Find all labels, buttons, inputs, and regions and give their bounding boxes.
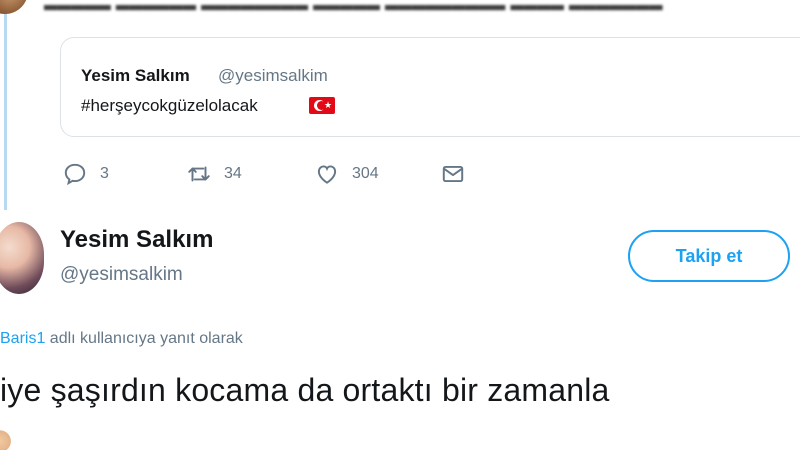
author-display-name[interactable]: Yesim Salkım [60, 226, 213, 254]
quoted-tweet-author-handle: @yesimsalkim [218, 66, 328, 85]
retweet-button[interactable]: 34 [186, 160, 242, 188]
previous-tweet-fragment: ▂▂▂▂▂ ▂▂▂▂▂▂ ▂▂▂▂▂▂▂▂ ▂▂▂▂▂ ▂▂▂▂▂▂▂▂▂ ▂▂… [0, 0, 800, 14]
turkey-flag-icon: ★ [309, 97, 335, 114]
like-count: 304 [352, 165, 379, 182]
follow-button[interactable]: Takip et [628, 230, 790, 282]
quoted-tweet-hashtag[interactable]: #herşeycokgüzelolacak [81, 96, 258, 116]
reply-button[interactable]: 3 [62, 160, 109, 188]
direct-message-button[interactable] [440, 160, 466, 188]
reply-count: 3 [100, 165, 109, 182]
retweet-count: 34 [224, 165, 242, 182]
previous-tweet-avatar[interactable] [0, 0, 28, 14]
reply-to-mention[interactable]: Baris1 [0, 330, 45, 347]
retweet-icon [188, 166, 210, 182]
author-avatar[interactable] [0, 222, 44, 294]
heart-icon [317, 165, 337, 184]
emoji-fragment [0, 428, 12, 450]
author-handle[interactable]: @yesimsalkim [60, 264, 183, 286]
envelope-icon [442, 165, 464, 183]
like-button[interactable]: 304 [314, 160, 379, 188]
reply-context-text: adlı kullanıcıya yanıt olarak [45, 330, 243, 347]
thread-line [4, 14, 7, 210]
reply-context: Baris1 adlı kullanıcıya yanıt olarak [0, 330, 243, 348]
quoted-tweet-author-name: Yesim Salkım [81, 66, 190, 85]
previous-tweet-text-cropped: ▂▂▂▂▂ ▂▂▂▂▂▂ ▂▂▂▂▂▂▂▂ ▂▂▂▂▂ ▂▂▂▂▂▂▂▂▂ ▂▂… [44, 0, 663, 10]
reply-icon [64, 163, 86, 186]
quoted-tweet-card[interactable]: Yesim Salkım @yesimsalkim #herşeycokgüze… [60, 37, 800, 137]
tweet-text: iye şaşırdın kocama da ortaktı bir zaman… [0, 372, 610, 408]
